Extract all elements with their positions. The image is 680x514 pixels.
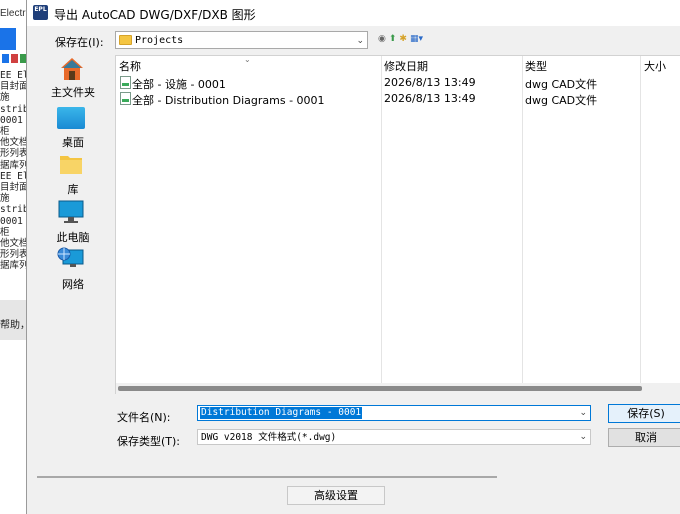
column-header-size[interactable]: 大小 [644,58,666,74]
sort-chevron-icon: ⌄ [244,55,251,64]
location-toolbar: ◉ ⬆ ✱ ▦▾ [378,32,423,44]
view-menu-icon[interactable]: ▦▾ [410,32,423,44]
column-header-name[interactable]: 名称 [119,58,141,74]
cancel-button[interactable]: 取消 [608,428,680,447]
place-label: 库 [67,183,79,196]
background-app-ribbon-block [0,28,16,50]
save-in-value: Projects [135,35,184,46]
place-label: 主文件夹 [51,86,95,99]
save-button[interactable]: 保存(S) [608,404,680,423]
new-folder-icon[interactable]: ✱ [399,32,407,44]
filetype-select[interactable]: DWG v2018 文件格式(*.dwg) ⌄ [197,429,591,445]
place-network[interactable]: 网络 [35,244,111,291]
filename-label: 文件名(N): [117,411,171,424]
place-label: 此电脑 [56,231,90,244]
bg-tool-icon [2,54,9,63]
folder-icon [119,35,132,45]
column-header-type[interactable]: 类型 [525,58,547,74]
filetype-label: 保存类型(T): [117,435,181,448]
dwg-file-icon [120,92,131,105]
file-type: dwg CAD文件 [525,94,598,107]
library-folder-icon [60,156,82,174]
up-folder-icon[interactable]: ⬆ [389,32,397,44]
scrollbar-thumb[interactable] [118,386,642,391]
place-label: 桌面 [62,136,84,149]
file-row[interactable]: 全部 - 设施 - 0001 2026/8/13 13:49 dwg CAD文件 [116,75,680,91]
horizontal-scrollbar[interactable] [116,383,680,394]
chevron-down-icon[interactable]: ⌄ [579,407,587,418]
background-app-title: Electri [0,8,28,19]
computer-icon [58,200,84,223]
place-home[interactable]: 主文件夹 [35,52,111,99]
dwg-file-icon [120,76,131,89]
desktop-icon [57,107,85,129]
divider [37,476,497,478]
filetype-value: DWG v2018 文件格式(*.dwg) [201,432,337,443]
save-in-label: 保存在(I): [55,36,104,49]
place-desktop[interactable]: 桌面 [35,102,111,149]
bg-tool-icon [11,54,18,63]
file-name: 全部 - 设施 - 0001 [132,78,226,91]
app-icon: EPL [33,5,48,20]
file-list-header: 名称 ⌄ 修改日期 类型 大小 [116,55,680,74]
background-app-toolbar [2,54,28,66]
chevron-down-icon[interactable]: ⌄ [356,35,364,46]
export-dialog: EPL 导出 AutoCAD DWG/DXF/DXB 图形 保存在(I): Pr… [26,0,680,514]
file-modified: 2026/8/13 13:49 [384,92,476,105]
back-icon[interactable]: ◉ [378,32,386,44]
save-in-combobox[interactable]: Projects ⌄ [115,31,368,49]
advanced-settings-button[interactable]: 高级设置 [287,486,385,505]
file-row[interactable]: 全部 - Distribution Diagrams - 0001 2026/8… [116,91,680,107]
place-this-pc[interactable]: 此电脑 [35,197,111,244]
place-library[interactable]: 库 [35,149,111,196]
dialog-titlebar[interactable]: EPL 导出 AutoCAD DWG/DXF/DXB 图形 [27,0,680,26]
network-icon [57,247,84,267]
file-modified: 2026/8/13 13:49 [384,76,476,89]
place-label: 网络 [62,278,84,291]
home-icon [61,58,83,80]
filename-value: Distribution Diagrams - 0001 [200,407,363,419]
dialog-title: 导出 AutoCAD DWG/DXF/DXB 图形 [54,8,256,22]
chevron-down-icon[interactable]: ⌄ [579,431,587,442]
file-type: dwg CAD文件 [525,78,598,91]
places-bar: 主文件夹 桌面 库 此电脑 网络 [35,52,115,302]
column-header-modified[interactable]: 修改日期 [384,58,428,74]
file-name: 全部 - Distribution Diagrams - 0001 [132,94,325,107]
file-list[interactable]: 名称 ⌄ 修改日期 类型 大小 全部 - 设施 - 0001 2026/8/13… [115,55,680,394]
filename-input[interactable]: Distribution Diagrams - 0001 ⌄ [197,405,591,421]
